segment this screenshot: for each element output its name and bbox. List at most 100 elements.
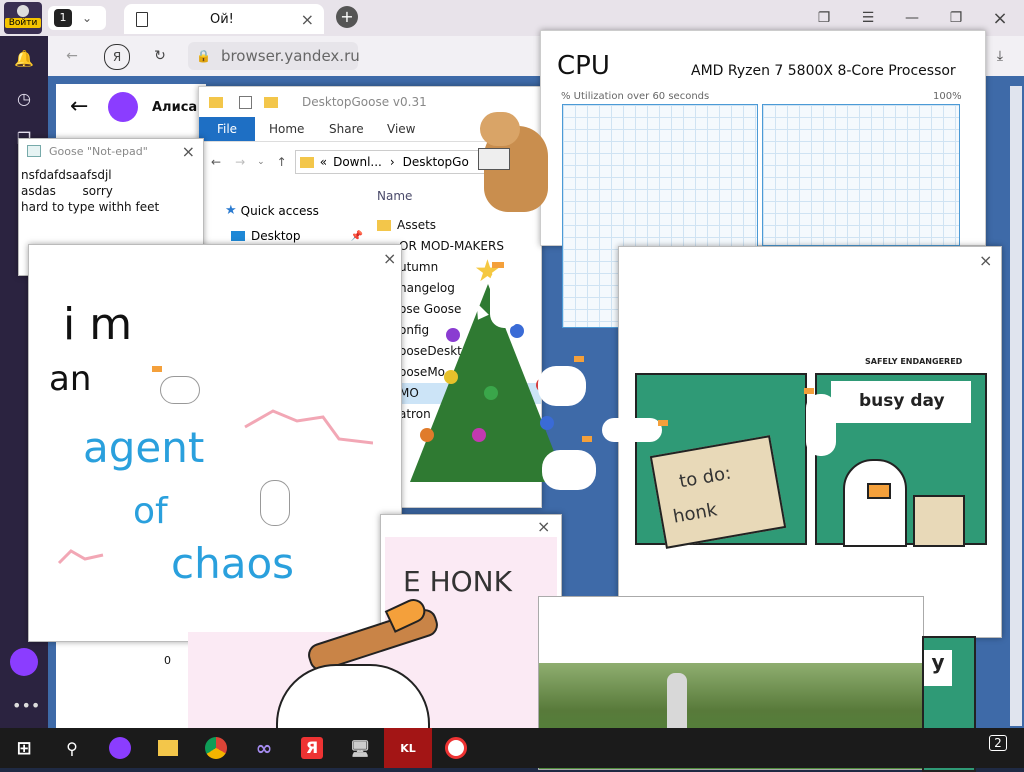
bell-icon[interactable]: 🔔 <box>0 38 48 78</box>
alice-circle-icon <box>109 737 131 759</box>
drawing-text-agent: agent <box>83 423 205 472</box>
taskbar: ⊞ ⚲ ∞ Я 🖥 KL 2 <box>0 728 1024 768</box>
back-icon[interactable]: ← <box>60 44 84 68</box>
visual-studio-taskbar-icon[interactable]: ∞ <box>240 728 288 768</box>
path-seg-desktopgoose[interactable]: DesktopGo <box>403 155 469 169</box>
column-header-name[interactable]: Name <box>377 189 412 203</box>
properties-icon[interactable] <box>239 95 252 109</box>
goose-sprite-body <box>806 394 836 456</box>
goose-sprite-body <box>260 480 290 526</box>
comic-close-icon[interactable]: × <box>979 251 992 270</box>
explorer-forward-icon[interactable]: → <box>235 155 245 169</box>
list-item[interactable]: Assets <box>375 215 541 236</box>
ornament <box>472 428 486 442</box>
drawing-close-icon[interactable]: × <box>383 249 396 268</box>
minimize-icon[interactable]: — <box>900 6 924 30</box>
goose-sprite-beak <box>574 356 584 362</box>
pink-scribble <box>244 409 373 445</box>
tab-title: Ой! <box>210 11 234 27</box>
search-icon[interactable]: ⚲ <box>48 728 96 768</box>
book-icon <box>478 148 510 170</box>
tab-count-badge: 1 <box>54 9 72 27</box>
comic-panel-2: busy day <box>815 373 987 547</box>
new-folder-icon[interactable] <box>264 96 278 108</box>
pin-icon: 📌 <box>350 230 363 242</box>
login-label: Войти <box>5 18 41 28</box>
close-tab-icon[interactable]: × <box>301 10 314 29</box>
goose-sprite <box>480 262 536 332</box>
more-icon[interactable]: ••• <box>12 696 40 715</box>
tab-active[interactable]: Ой! × <box>124 4 324 34</box>
restore-icon[interactable]: ❐ <box>944 6 968 30</box>
ornament <box>444 370 458 384</box>
download-icon[interactable]: ⤓ <box>988 44 1012 68</box>
quick-access-label: Quick access <box>240 203 319 218</box>
user-icon <box>17 5 29 17</box>
url-text: browser.yandex.ru <box>220 47 360 65</box>
notification-center-icon[interactable]: 2 <box>986 735 1010 760</box>
scroll-shape <box>649 435 787 549</box>
drawing-window: × i m an agent of chaos <box>28 244 402 642</box>
path-prefix: « <box>319 155 328 169</box>
pink-scribble <box>57 549 104 565</box>
path-seg-downloads[interactable]: Downl... <box>333 155 382 169</box>
goose-sprite-body <box>538 366 586 406</box>
star-icon: ★ <box>225 203 237 218</box>
drawing-text-of: of <box>133 491 168 532</box>
close-window-icon[interactable]: × <box>988 6 1012 30</box>
honk-close-icon[interactable]: × <box>537 517 550 536</box>
goose-sprite <box>256 480 290 528</box>
ribbon-tab-file[interactable]: File <box>199 117 255 141</box>
explorer-title: DesktopGoose v0.31 <box>302 95 427 109</box>
history-icon[interactable]: ◷ <box>0 78 48 118</box>
path-chevron-icon: › <box>389 155 395 169</box>
device-manager-taskbar-icon[interactable]: 🖥 <box>336 728 384 768</box>
explorer-back-icon[interactable]: ← <box>211 155 221 169</box>
nav-desktop[interactable]: Desktop 📌 <box>231 229 363 243</box>
ornament <box>420 428 434 442</box>
goose-sprite-beak <box>152 366 162 372</box>
notepad-line: hard to type withh feet <box>21 200 160 214</box>
explorer-up-icon[interactable]: ↑ <box>277 155 287 169</box>
url-field[interactable]: 🔒 browser.yandex.ru <box>188 42 360 70</box>
menu-icon[interactable]: ☰ <box>856 6 880 30</box>
goose-with-bat <box>276 595 442 738</box>
notepad-line: asdas sorry <box>21 184 113 198</box>
notepad-title: Goose "Not-epad" <box>49 144 148 158</box>
cpu-heading: CPU <box>557 51 610 81</box>
new-tab-button[interactable]: + <box>336 6 358 28</box>
goose-sprite-beak <box>804 388 814 394</box>
comic-brand: SAFELY ENDANGERED <box>865 357 963 366</box>
yandex-icon[interactable]: Я <box>104 44 130 70</box>
notepad-close-icon[interactable]: × <box>182 142 195 161</box>
goose-sprite-body <box>160 376 200 404</box>
page-scrollbar[interactable] <box>1010 86 1022 726</box>
drawing-text-an: an <box>49 359 92 399</box>
notepad-titlebar: Goose "Not-epad" × <box>19 139 203 163</box>
goose-sprite-body <box>602 418 662 442</box>
nav-quick-access[interactable]: ★ Quick access <box>225 203 319 218</box>
explorer-recent-icon[interactable]: ⌄ <box>257 157 265 167</box>
collections-icon[interactable]: ❐ <box>812 6 836 30</box>
ribbon-tab-share[interactable]: Share <box>329 122 364 136</box>
lock-icon: 🔒 <box>196 49 211 63</box>
reload-icon[interactable]: ↻ <box>148 44 172 68</box>
alice-back-icon[interactable]: ← <box>70 94 88 119</box>
file-explorer-taskbar-icon[interactable] <box>144 728 192 768</box>
login-button[interactable]: Войти <box>4 2 42 34</box>
goose-comic-beak <box>867 483 891 499</box>
ribbon-tab-view[interactable]: View <box>387 122 415 136</box>
hamster-sticker <box>474 110 550 216</box>
kl-taskbar-icon[interactable]: KL <box>384 728 432 768</box>
chrome-taskbar-icon[interactable] <box>192 728 240 768</box>
alice-sidebar-icon[interactable] <box>10 648 38 676</box>
ya-label: Я <box>301 737 323 759</box>
yandex-taskbar-icon[interactable]: Я <box>288 728 336 768</box>
yandex-browser-taskbar-icon[interactable] <box>432 728 480 768</box>
alice-taskbar-icon[interactable] <box>96 728 144 768</box>
ornament <box>484 386 498 400</box>
tab-group-button[interactable]: 1 ⌄ <box>48 6 106 30</box>
ribbon-tab-home[interactable]: Home <box>269 122 304 136</box>
windows-start-icon[interactable]: ⊞ <box>0 728 48 768</box>
notepad-line: nsfdafdsaafsdjl <box>21 168 112 182</box>
